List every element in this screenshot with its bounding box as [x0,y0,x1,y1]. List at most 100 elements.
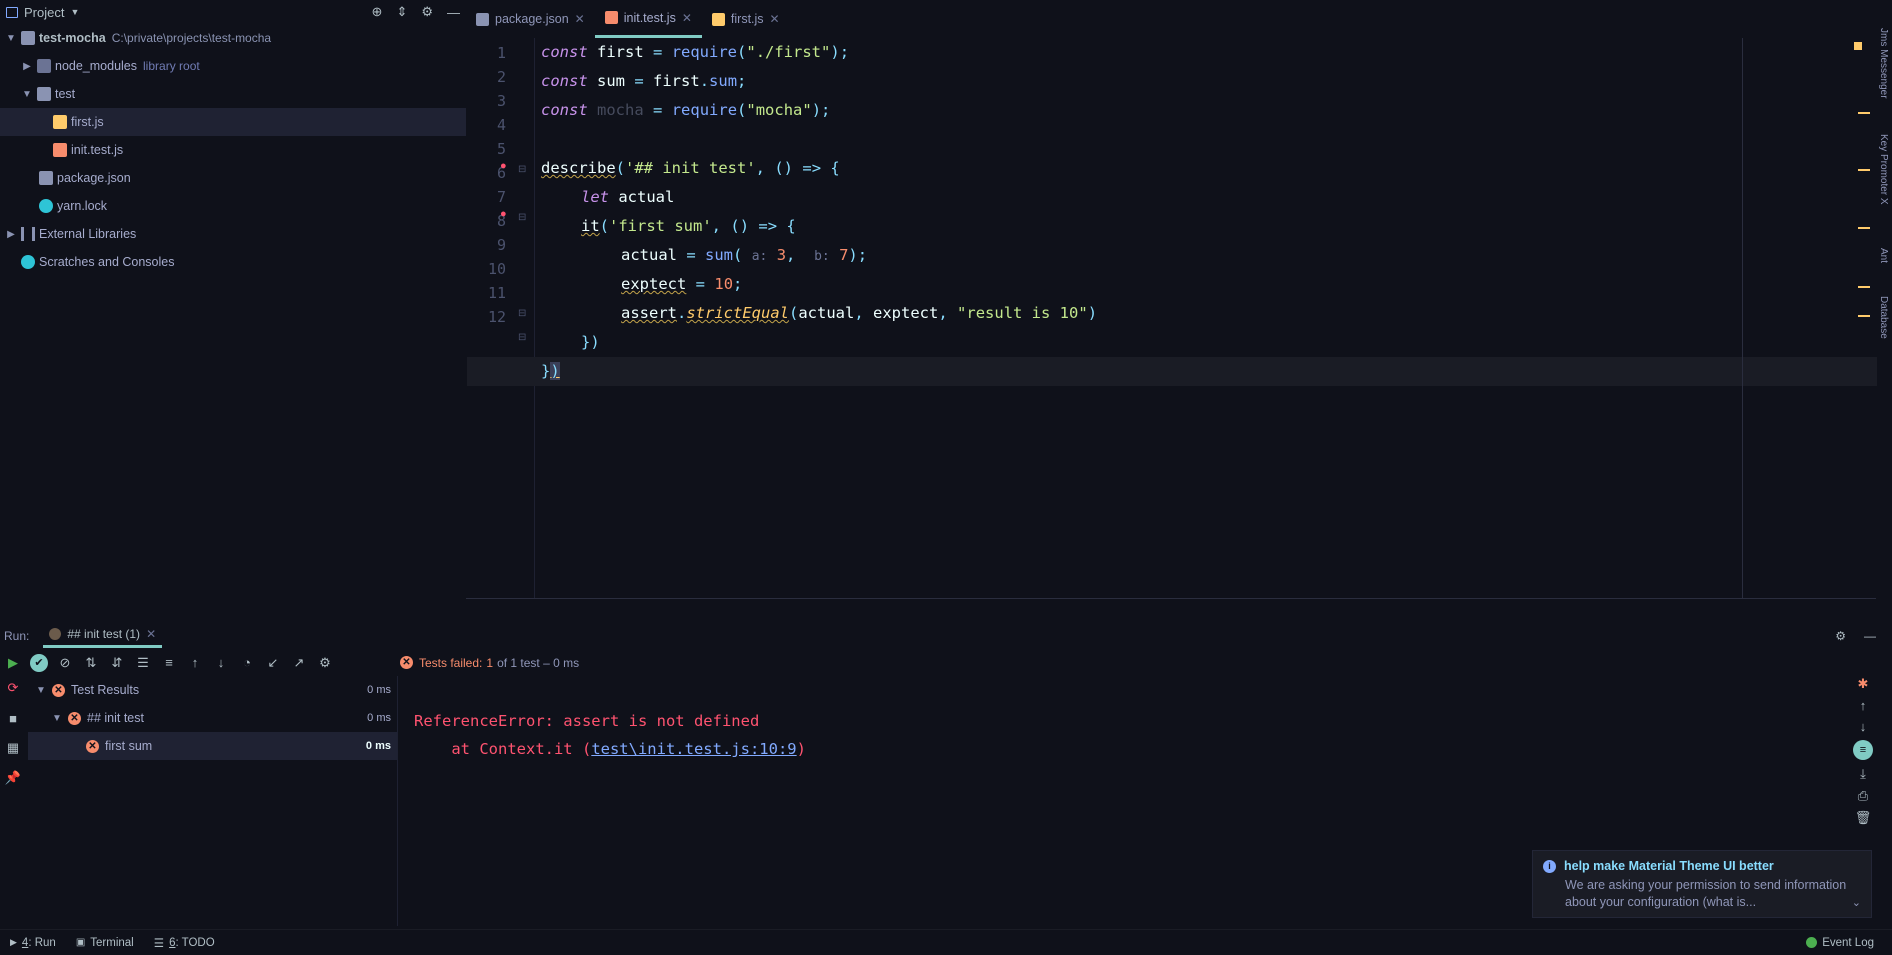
gear-icon[interactable]: ⚙ [421,4,433,20]
status-terminal-tab[interactable]: ▣ Terminal [76,937,134,949]
tree-root[interactable]: ▼ test-mocha C:\private\projects\test-mo… [0,24,466,52]
notification-balloon[interactable]: i help make Material Theme UI better We … [1532,850,1872,918]
up-arrow-icon[interactable]: ↑ [1860,698,1867,713]
sort-duration-icon[interactable]: ⇵ [104,651,130,675]
error-stripe-mark[interactable] [1858,286,1870,288]
tool-key-promoter[interactable]: Key Promoter X [1878,134,1889,205]
expand-arrow-icon[interactable]: ▶ [4,229,18,240]
bug-icon[interactable]: ✱ [1858,676,1869,692]
export-icon[interactable]: ↗ [286,651,312,675]
expand-arrow-icon[interactable]: ▶ [20,61,34,72]
result-time: 0 ms [365,740,391,752]
error-stripe-mark[interactable] [1858,315,1870,317]
error-stripe-mark[interactable] [1858,169,1870,171]
code-area[interactable]: const first = require("./first"); const … [467,38,1877,598]
code-editor[interactable]: 1 2 3 4 5 6 7 8 9 10 11 12 ● ● ⊟ ⊟ ⊟ ⊟ c… [466,38,1877,598]
tool-jms-messenger[interactable]: Jms Messenger [1878,28,1889,99]
tab-init-test-js[interactable]: init.test.js ✕ [594,0,702,38]
tab-package-json[interactable]: package.json ✕ [466,0,595,38]
rerun-failed-icon[interactable]: ⟳ [0,676,26,700]
rerun-icon[interactable]: ▶ [0,651,26,675]
tab-label: init.test.js [623,10,676,25]
tree-item-test[interactable]: ▼ test [0,80,466,108]
status-todo-tab[interactable]: ☰ 6: TODO [154,936,215,950]
run-toolbar: ▶ ✔ ⊘ ⇅ ⇵ ☰ ≡ ↑ ↓ ◔ ↙ ↗ ⚙ [0,650,400,675]
current-line-highlight [467,357,1877,386]
console-actions: ✱ ↑ ↓ ≡ ⤓ ⎙ 🗑 [1850,676,1876,856]
stack-link[interactable]: test\init.test.js:10:9 [591,740,796,758]
locate-icon[interactable]: ⊕ [372,4,383,20]
editor-divider [466,598,1876,599]
chevron-down-icon[interactable]: ⌄ [1852,896,1861,909]
project-title: Project [24,4,65,20]
minimize-icon[interactable]: — [1864,629,1876,643]
expand-arrow-icon[interactable]: ▼ [4,33,18,44]
import-icon[interactable]: ↙ [260,651,286,675]
down-arrow-icon[interactable]: ↓ [1860,719,1867,734]
show-passed-icon[interactable]: ✔ [26,651,52,675]
settings-icon[interactable]: ⚙ [312,651,338,675]
tool-ant[interactable]: Ant [1878,248,1889,263]
expand-arrow-icon[interactable]: ▼ [36,685,52,696]
run-test-icon[interactable]: ● [500,208,507,220]
run-panel-header: Run: ## init test (1) ✕ ⚙ — [0,623,1892,648]
show-ignored-icon[interactable]: ⊘ [52,651,78,675]
soft-wrap-icon[interactable]: ≡ [1853,740,1873,760]
failed-icon: ✕ [68,711,81,725]
sort-alpha-icon[interactable]: ⇅ [78,651,104,675]
warning-indicator-icon[interactable] [1854,42,1862,50]
run-test-icon[interactable]: ● [500,160,507,172]
tree-item-scratches[interactable]: Scratches and Consoles [0,248,466,276]
folder-icon [21,31,35,45]
expand-arrow-icon[interactable]: ▼ [20,89,34,100]
tree-item-external-libraries[interactable]: ▶ External Libraries [0,220,466,248]
tree-item-package-json[interactable]: package.json [0,164,466,192]
json-file-icon [39,171,53,185]
line-number: 1 [496,44,506,62]
notification-title[interactable]: help make Material Theme UI better [1564,859,1774,873]
event-log[interactable]: Event Log [1806,937,1874,949]
error-stripe-mark[interactable] [1858,112,1870,114]
gear-icon[interactable]: ⚙ [1835,629,1846,643]
tree-item-node-modules[interactable]: ▶ node_modules library root [0,52,466,80]
result-row-test[interactable]: ✕ first sum 0 ms [28,732,397,760]
prev-failed-icon[interactable]: ↑ [182,651,208,675]
result-row-suite[interactable]: ▼ ✕ ## init test 0 ms [28,704,397,732]
collapse-all-icon[interactable]: ≡ [156,651,182,675]
tree-item-first-js[interactable]: first.js [0,108,466,136]
fold-icon[interactable]: ⊟ [518,212,526,223]
tool-database[interactable]: Database [1878,296,1889,339]
fold-icon[interactable]: ⊟ [518,332,526,343]
close-icon[interactable]: ✕ [770,12,780,26]
error-stripe-mark[interactable] [1858,227,1870,229]
close-icon[interactable]: ✕ [146,627,156,641]
run-tab[interactable]: ## init test (1) ✕ [43,623,163,648]
test-results-tree: ▼ ✕ Test Results 0 ms ▼ ✕ ## init test 0… [28,676,398,926]
close-icon[interactable]: ✕ [682,11,692,25]
collapse-all-icon[interactable]: ⇕ [396,4,407,20]
stop-icon[interactable]: ■ [0,706,26,730]
status-run-tab[interactable]: ▶ 4: Run [10,937,56,949]
next-failed-icon[interactable]: ↓ [208,651,234,675]
expand-all-icon[interactable]: ☰ [130,651,156,675]
tree-item-label: package.json [57,171,131,185]
tree-item-label: node_modules [55,59,138,73]
line-number: 10 [487,260,506,278]
tree-item-yarn-lock[interactable]: yarn.lock [0,192,466,220]
tab-first-js[interactable]: first.js ✕ [702,0,790,38]
close-icon[interactable]: ✕ [575,12,585,26]
minimize-icon[interactable]: — [447,5,460,20]
result-row-root[interactable]: ▼ ✕ Test Results 0 ms [28,676,397,704]
expand-arrow-icon[interactable]: ▼ [52,713,68,724]
scroll-end-icon[interactable]: ⤓ [1860,766,1866,782]
print-icon[interactable]: ⎙ [1858,788,1868,804]
fold-icon[interactable]: ⊟ [518,164,526,175]
fold-icon[interactable]: ⊟ [518,308,526,319]
layout-icon[interactable]: ▦ [0,736,26,760]
project-view-selector[interactable]: Project ▼ [6,5,79,20]
failed-icon: ✕ [400,656,413,669]
history-icon[interactable]: ◔ [234,651,260,675]
trash-icon[interactable]: 🗑 [1855,810,1872,826]
pin-icon[interactable]: 📌 [0,766,26,790]
tree-item-init-test-js[interactable]: init.test.js [0,136,466,164]
